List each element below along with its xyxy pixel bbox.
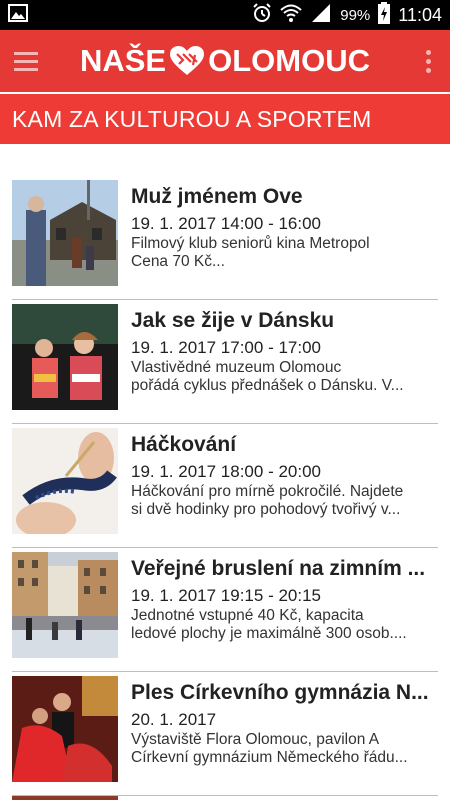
event-text: Veřejné bruslení na zimním ... 19. 1. 20… bbox=[131, 556, 438, 643]
event-text: Jak se žije v Dánsku 19. 1. 2017 17:00 -… bbox=[131, 308, 438, 395]
list-item[interactable]: Muž jménem Ove 19. 1. 2017 14:00 - 16:00… bbox=[12, 176, 438, 300]
event-description: Háčkování pro mírně pokročilé. Najdete s… bbox=[131, 483, 438, 519]
section-title: KAM ZA KULTUROU A SPORTEM bbox=[12, 105, 372, 132]
event-title: Jak se žije v Dánsku bbox=[131, 309, 335, 332]
list-item-partial-thumbnail[interactable] bbox=[12, 796, 118, 800]
status-bar: 99% 11:04 bbox=[0, 0, 450, 30]
event-date: 19. 1. 2017 17:00 - 17:00 bbox=[131, 338, 321, 357]
event-description: Vlastivědné muzeum Olomouc pořádá cyklus… bbox=[131, 359, 438, 395]
event-title: Muž jménem Ove bbox=[131, 185, 303, 208]
wifi-icon bbox=[280, 3, 302, 28]
logo-text-left: NAŠE bbox=[79, 43, 167, 78]
app-bar: NAŠE OLOMOUC bbox=[0, 30, 450, 92]
event-thumbnail bbox=[12, 180, 118, 286]
event-desc-line: Církevní gymnázium Německého řádu... bbox=[131, 749, 408, 766]
battery-percent: 99% bbox=[340, 6, 371, 24]
event-date: 20. 1. 2017 bbox=[131, 710, 217, 729]
event-title: Veřejné bruslení na zimním ... bbox=[131, 557, 426, 580]
logo-text-right: OLOMOUC bbox=[208, 43, 370, 78]
event-description: Výstaviště Flora Olomouc, pavilon A Círk… bbox=[131, 731, 438, 767]
event-thumbnail bbox=[12, 552, 118, 658]
clock: 11:04 bbox=[398, 4, 442, 25]
hamburger-icon[interactable] bbox=[0, 30, 52, 92]
event-desc-line: Výstaviště Flora Olomouc, pavilon A bbox=[131, 731, 380, 748]
event-desc-line: Filmový klub seniorů kina Metropol bbox=[131, 235, 370, 252]
list-item[interactable]: Veřejné bruslení na zimním ... 19. 1. 20… bbox=[12, 548, 438, 672]
event-desc-line: Cena 70 Kč... bbox=[131, 253, 225, 270]
event-description: Filmový klub seniorů kina Metropol Cena … bbox=[131, 235, 438, 271]
event-text: Muž jménem Ove 19. 1. 2017 14:00 - 16:00… bbox=[131, 184, 438, 271]
event-desc-line: Háčkování pro mírně pokročilé. Najdete bbox=[131, 483, 404, 500]
app-logo: NAŠE OLOMOUC bbox=[0, 30, 450, 92]
event-desc-line: si dvě hodinky pro pohodový tvořivý v... bbox=[131, 501, 401, 518]
event-title: Háčkování bbox=[131, 433, 237, 456]
list-item[interactable]: Jak se žije v Dánsku 19. 1. 2017 17:00 -… bbox=[12, 300, 438, 424]
heart-icon bbox=[169, 45, 205, 77]
event-date: 19. 1. 2017 14:00 - 16:00 bbox=[131, 214, 321, 233]
status-left bbox=[8, 3, 28, 27]
event-desc-line: Jednotné vstupné 40 Kč, kapacita bbox=[131, 607, 364, 624]
list-item[interactable]: Ples Církevního gymnázia N... 20. 1. 201… bbox=[12, 672, 438, 796]
event-desc-line: Vlastivědné muzeum Olomouc bbox=[131, 359, 342, 376]
signal-icon bbox=[310, 3, 332, 28]
status-right: 99% 11:04 bbox=[252, 1, 442, 29]
event-text: Ples Církevního gymnázia N... 20. 1. 201… bbox=[131, 680, 438, 767]
event-list[interactable]: Muž jménem Ove 19. 1. 2017 14:00 - 16:00… bbox=[0, 176, 450, 796]
event-thumbnail bbox=[12, 428, 118, 534]
more-vert-icon[interactable] bbox=[406, 30, 450, 92]
section-header: KAM ZA KULTUROU A SPORTEM bbox=[0, 92, 450, 144]
event-description: Jednotné vstupné 40 Kč, kapacita ledové … bbox=[131, 607, 438, 643]
event-date: 19. 1. 2017 18:00 - 20:00 bbox=[131, 462, 321, 481]
event-thumbnail bbox=[12, 676, 118, 782]
event-thumbnail bbox=[12, 304, 118, 410]
event-text: Háčkování 19. 1. 2017 18:00 - 20:00 Háčk… bbox=[131, 432, 438, 519]
list-item[interactable]: Háčkování 19. 1. 2017 18:00 - 20:00 Háčk… bbox=[12, 424, 438, 548]
alarm-icon bbox=[252, 2, 272, 28]
event-desc-line: pořádá cyklus přednášek o Dánsku. V... bbox=[131, 377, 404, 394]
event-desc-line: ledové plochy je maximálně 300 osob.... bbox=[131, 625, 407, 642]
battery-charging-icon bbox=[378, 1, 391, 29]
image-icon bbox=[8, 3, 28, 27]
event-date: 19. 1. 2017 19:15 - 20:15 bbox=[131, 586, 321, 605]
event-title: Ples Církevního gymnázia N... bbox=[131, 681, 429, 704]
